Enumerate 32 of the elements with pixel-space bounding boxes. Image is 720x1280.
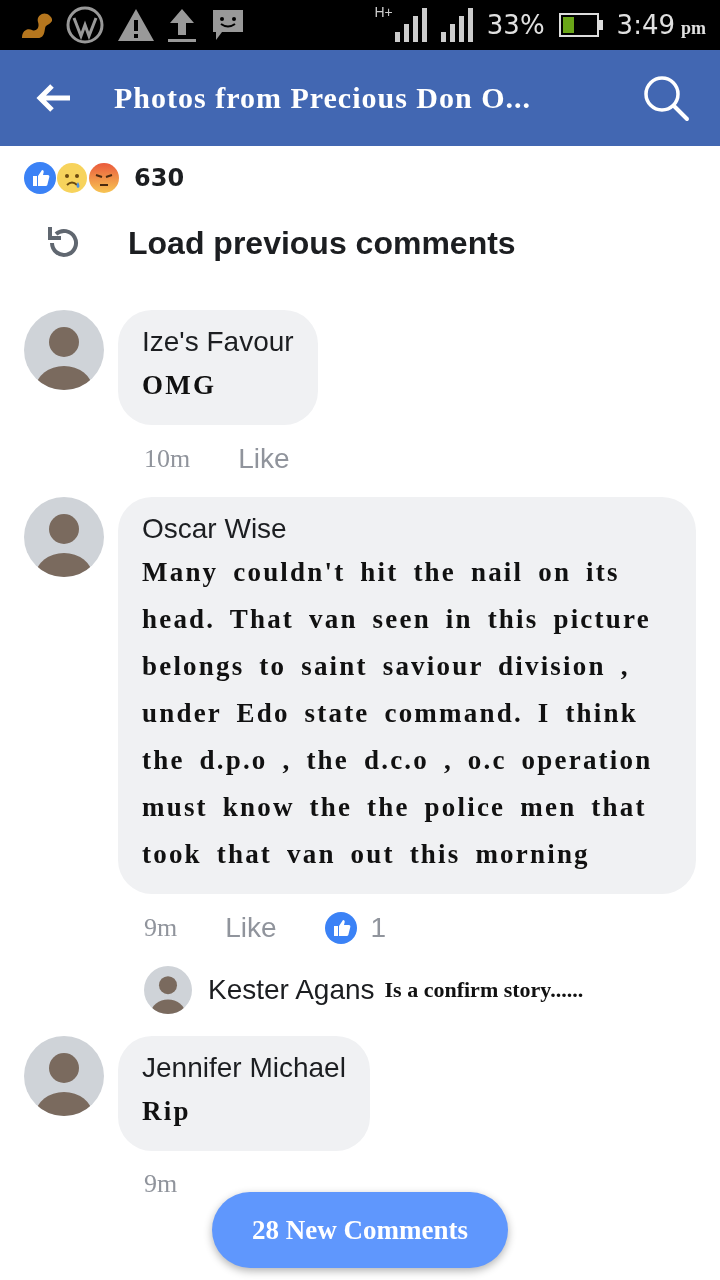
back-icon[interactable] [36,83,72,113]
avatar[interactable] [144,966,192,1014]
reply-text: Is a confirm story...... [384,977,584,1003]
comment-time: 10m [144,444,191,474]
clock: 3:49 [616,10,675,40]
warning-icon [118,9,154,41]
upload-icon [168,7,196,43]
wordpress-icon [66,6,104,44]
battery-percent: 33% [486,10,545,40]
comment-time: 9m [144,913,178,943]
like-count: 1 [370,912,387,944]
comment-time: 9m [144,1169,178,1199]
reply-author[interactable]: Kester Agans [208,974,375,1006]
commenter-name[interactable]: Ize's Favour [142,326,294,358]
commenter-name[interactable]: Oscar Wise [142,513,672,545]
angry-face-icon [88,162,120,194]
clock-period: pm [681,17,706,39]
sad-face-icon [56,162,88,194]
battery-icon [558,13,603,37]
signal-icon [394,8,427,42]
commenter-name[interactable]: Jennifer Michael [142,1052,346,1084]
network-type: H+ [374,4,393,20]
comment-text: Rip [142,1095,192,1128]
load-previous-link[interactable]: Load previous comments [128,224,516,262]
page-title: Photos from Precious Don O... [114,81,533,115]
like-icon [24,162,56,194]
search-icon[interactable] [642,74,690,122]
comment-text: OMG [142,369,218,402]
like-icon [324,912,357,944]
reaction-count: 630 [134,164,185,192]
comment-text: Many couldn't hit the nail on its head. That van seen in this picture belongs to saint saviour division , under Edo state command. I think the d.p.o , the d.c.o , o.c operation must know the the police men that took that van out this morning [142,556,654,871]
signal-icon [440,8,473,42]
